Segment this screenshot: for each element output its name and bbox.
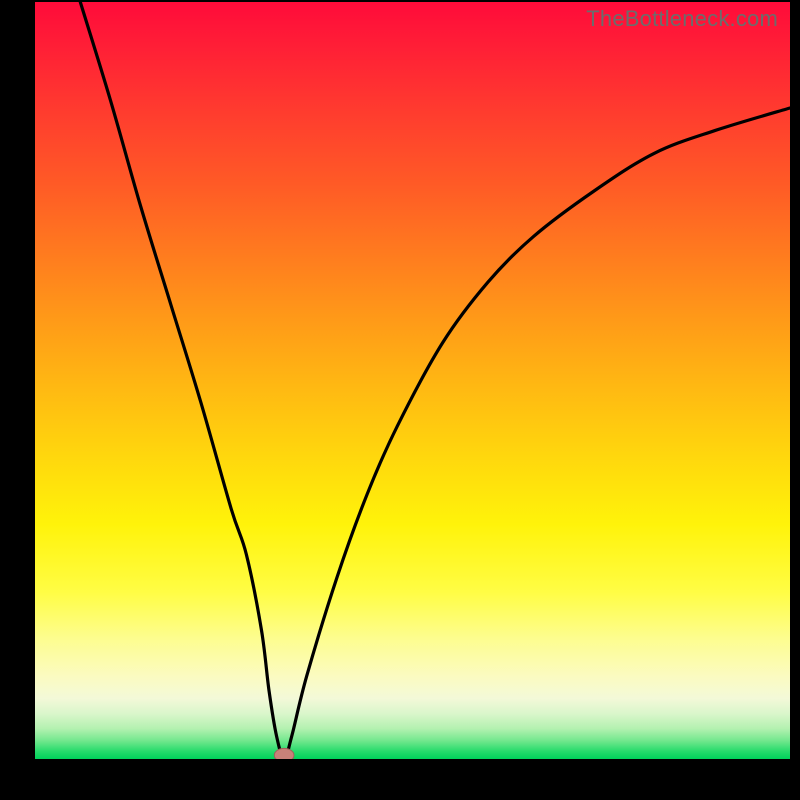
bottleneck-curve-group — [80, 2, 790, 759]
plot-area: TheBottleneck.com — [35, 2, 790, 759]
optimal-point-marker-icon — [274, 748, 294, 759]
bottleneck-curve — [80, 2, 790, 759]
curve-layer — [35, 2, 790, 759]
chart-frame: TheBottleneck.com — [35, 2, 790, 759]
